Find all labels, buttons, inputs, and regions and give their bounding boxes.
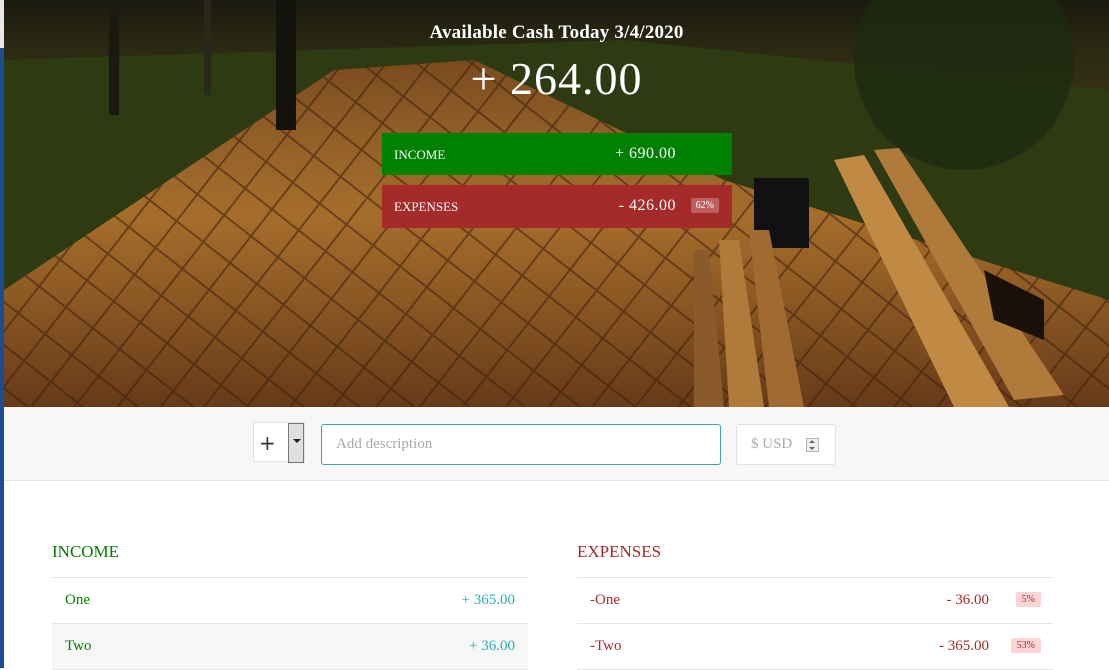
item-value: + 36.00 — [469, 638, 515, 654]
type-select-value: + — [259, 431, 276, 455]
header-banner: Available Cash Today 3/4/2020 + 264.00 I… — [4, 0, 1109, 407]
item-value: - 36.00 — [946, 592, 990, 608]
type-select[interactable]: + — [253, 422, 305, 463]
list-item[interactable]: Two + 36.00 — [52, 624, 528, 670]
expenses-list: EXPENSES -One - 36.00 5% -Two - 365.00 5… — [577, 539, 1053, 670]
expenses-summary-label: EXPENSES — [394, 199, 459, 214]
expenses-percentage-badge: 62% — [690, 198, 719, 213]
income-summary-value: + 690.00 — [614, 145, 676, 162]
available-cash-title: Available Cash Today 3/4/2020 — [429, 22, 684, 43]
expenses-summary: EXPENSES - 426.00 62% — [382, 185, 732, 228]
chevron-down-icon[interactable] — [288, 423, 304, 463]
income-list-title: INCOME — [52, 539, 528, 578]
item-description: -Two — [590, 638, 622, 654]
available-cash-total: + 264.00 — [470, 53, 643, 104]
item-percentage-badge: 5% — [1015, 592, 1041, 607]
item-description: -One — [590, 592, 620, 608]
expenses-summary-value: - 426.00 — [618, 197, 676, 214]
income-summary: INCOME + 690.00 — [382, 133, 732, 175]
amount-spinner-icon[interactable] — [806, 438, 819, 452]
item-percentage-badge: 53% — [1010, 638, 1041, 653]
income-list: INCOME One + 365.00 Two + 36.00 — [52, 539, 528, 670]
item-description: One — [65, 592, 90, 608]
list-item[interactable]: -One - 36.00 5% — [577, 578, 1053, 624]
income-summary-label: INCOME — [394, 147, 446, 162]
amount-placeholder: $ USD — [751, 436, 793, 452]
item-value: - 365.00 — [939, 638, 989, 654]
amount-input[interactable]: $ USD — [736, 424, 836, 465]
expenses-list-title: EXPENSES — [577, 539, 1053, 578]
item-description: Two — [65, 638, 92, 654]
list-item[interactable]: One + 365.00 — [52, 578, 528, 624]
add-item-bar: + $ USD — [4, 407, 1109, 481]
list-item[interactable]: -Two - 365.00 53% — [577, 624, 1053, 670]
description-input[interactable] — [321, 424, 721, 465]
item-value: + 365.00 — [461, 592, 515, 608]
